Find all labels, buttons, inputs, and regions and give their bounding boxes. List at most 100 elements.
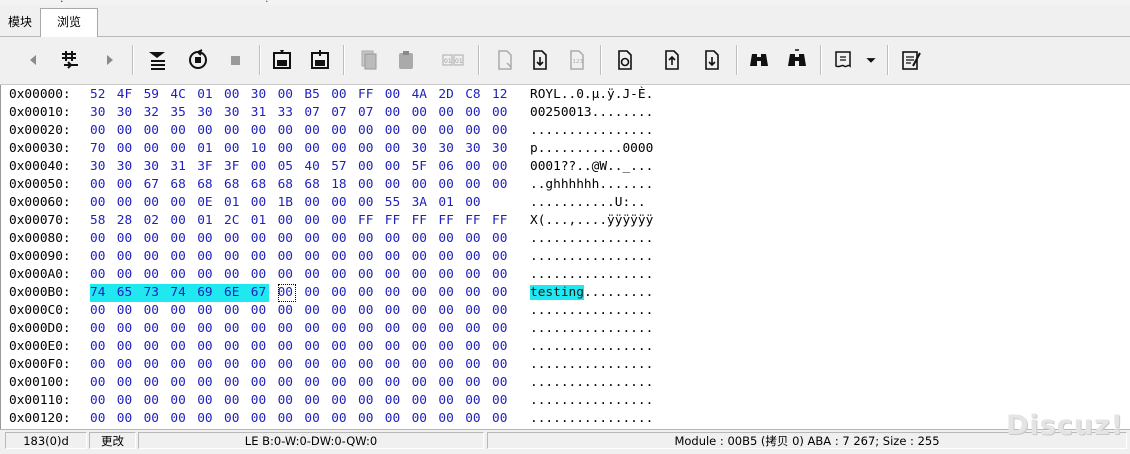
- hex-byte[interactable]: 00: [277, 284, 296, 302]
- hex-byte[interactable]: 00: [90, 248, 108, 266]
- hex-byte[interactable]: 00: [304, 284, 322, 302]
- hex-byte[interactable]: FF: [385, 212, 403, 230]
- hex-byte[interactable]: 00: [90, 356, 108, 374]
- hex-byte[interactable]: 31: [170, 158, 188, 176]
- hex-row[interactable]: 0x00120: 00 00 00 00 00 00 00 00 00 00 00 00 00 00 00 00…: [1, 410, 701, 428]
- hex-row-ascii[interactable]: ..ghhhhhh.......: [530, 176, 653, 194]
- hex-row-ascii[interactable]: ................: [530, 122, 653, 140]
- page-button[interactable]: [490, 45, 520, 75]
- hex-byte[interactable]: 00: [358, 194, 376, 212]
- hex-byte[interactable]: 00: [197, 356, 215, 374]
- hex-byte[interactable]: 00: [251, 248, 269, 266]
- hex-byte[interactable]: 00: [492, 230, 510, 248]
- hex-byte[interactable]: 01: [251, 212, 269, 230]
- hex-byte[interactable]: 00: [144, 302, 162, 320]
- hex-byte[interactable]: 6E: [224, 284, 251, 302]
- hex-byte[interactable]: FF: [465, 212, 483, 230]
- hex-byte[interactable]: 00: [90, 374, 108, 392]
- hex-byte[interactable]: 00: [492, 410, 510, 428]
- hex-byte[interactable]: 00: [438, 374, 456, 392]
- hex-byte[interactable]: 00: [304, 266, 322, 284]
- hex-byte[interactable]: 3F: [197, 158, 215, 176]
- hex-byte[interactable]: 00: [465, 284, 483, 302]
- hex-byte[interactable]: 00: [358, 284, 376, 302]
- hex-byte[interactable]: 30: [117, 104, 135, 122]
- hex-byte[interactable]: 00: [385, 302, 403, 320]
- hex-byte[interactable]: 69: [197, 284, 224, 302]
- hex-byte[interactable]: 00: [385, 284, 403, 302]
- hex-byte[interactable]: 00: [224, 266, 242, 284]
- hex-byte[interactable]: 00: [251, 158, 269, 176]
- hex-byte[interactable]: 00: [170, 140, 188, 158]
- hex-byte[interactable]: 00: [385, 320, 403, 338]
- hex-byte[interactable]: 00: [438, 392, 456, 410]
- hex-byte[interactable]: 00: [278, 356, 296, 374]
- hex-byte[interactable]: 00: [385, 266, 403, 284]
- hex-byte[interactable]: 01: [197, 140, 215, 158]
- goto-offset-button[interactable]: [55, 45, 85, 75]
- hex-byte[interactable]: 00: [358, 302, 376, 320]
- hex-byte[interactable]: 00: [492, 284, 510, 302]
- hex-row-ascii[interactable]: ................: [530, 230, 653, 248]
- hex-byte[interactable]: 4C: [170, 86, 188, 104]
- hex-byte[interactable]: 00: [304, 356, 322, 374]
- hex-byte[interactable]: 2D: [438, 86, 456, 104]
- hex-byte[interactable]: 57: [331, 158, 349, 176]
- page-123-button[interactable]: 123: [562, 45, 592, 75]
- hex-byte[interactable]: 30: [224, 104, 242, 122]
- hex-byte[interactable]: 00: [385, 248, 403, 266]
- hex-byte[interactable]: 00: [144, 230, 162, 248]
- ascii-selection[interactable]: testing: [530, 285, 584, 300]
- hex-row-ascii[interactable]: ................: [530, 392, 653, 410]
- map-dropdown-button[interactable]: [860, 45, 882, 75]
- hex-byte[interactable]: 00: [358, 230, 376, 248]
- hex-byte[interactable]: 00: [251, 410, 269, 428]
- hex-byte[interactable]: 00: [465, 158, 483, 176]
- hex-byte[interactable]: 00: [438, 302, 456, 320]
- hex-byte[interactable]: 00: [331, 356, 349, 374]
- hex-byte[interactable]: 00: [251, 230, 269, 248]
- hex-byte[interactable]: 00: [224, 356, 242, 374]
- hex-byte[interactable]: 00: [492, 392, 510, 410]
- hex-byte[interactable]: 4A: [412, 86, 430, 104]
- hex-row-ascii[interactable]: ................: [530, 266, 653, 284]
- hex-byte[interactable]: 07: [331, 104, 349, 122]
- hex-byte[interactable]: 00: [385, 122, 403, 140]
- hex-byte[interactable]: 00: [170, 122, 188, 140]
- hex-byte[interactable]: 00: [385, 158, 403, 176]
- hex-byte[interactable]: 00: [492, 356, 510, 374]
- hex-row[interactable]: 0x000E0: 00 00 00 00 00 00 00 00 00 00 00 00 00 00 00 00…: [1, 338, 701, 356]
- hex-byte[interactable]: 00: [144, 122, 162, 140]
- hex-byte[interactable]: 30: [492, 140, 510, 158]
- hex-row[interactable]: 0x00090: 00 00 00 00 00 00 00 00 00 00 00 00 00 00 00 00…: [1, 248, 701, 266]
- hex-byte[interactable]: 30: [465, 140, 483, 158]
- hex-byte[interactable]: 00: [438, 284, 456, 302]
- hex-row-ascii[interactable]: ................: [530, 338, 653, 356]
- hex-byte[interactable]: 00: [90, 320, 108, 338]
- hex-byte[interactable]: 00: [278, 392, 296, 410]
- hex-byte[interactable]: 01: [224, 194, 242, 212]
- hex-byte[interactable]: 5F: [412, 158, 430, 176]
- hex-byte[interactable]: 00: [412, 338, 430, 356]
- hex-byte[interactable]: 00: [224, 392, 242, 410]
- hex-byte[interactable]: 00: [251, 374, 269, 392]
- hex-byte[interactable]: 00: [251, 320, 269, 338]
- hex-row-ascii[interactable]: 0001??..@W.._...: [530, 158, 653, 176]
- hex-byte[interactable]: 00: [224, 374, 242, 392]
- hex-byte[interactable]: 00: [251, 266, 269, 284]
- hex-row[interactable]: 0x000A0: 00 00 00 00 00 00 00 00 00 00 00 00 00 00 00 00…: [1, 266, 701, 284]
- hex-byte[interactable]: 00: [144, 392, 162, 410]
- hex-byte[interactable]: 00: [144, 410, 162, 428]
- hex-byte[interactable]: 74: [170, 284, 198, 302]
- hex-byte[interactable]: 00: [144, 320, 162, 338]
- hex-row[interactable]: 0x00100: 00 00 00 00 00 00 00 00 00 00 00 00 00 00 00 00…: [1, 374, 701, 392]
- hex-byte[interactable]: 00: [304, 338, 322, 356]
- hex-byte[interactable]: 00: [304, 248, 322, 266]
- hex-byte[interactable]: 00: [492, 302, 510, 320]
- hex-byte[interactable]: 00: [304, 410, 322, 428]
- hex-byte[interactable]: 10: [251, 140, 269, 158]
- hex-byte[interactable]: 68: [170, 176, 188, 194]
- copy-button[interactable]: [353, 45, 383, 75]
- hex-byte[interactable]: 00: [492, 320, 510, 338]
- hex-byte[interactable]: 4F: [117, 86, 135, 104]
